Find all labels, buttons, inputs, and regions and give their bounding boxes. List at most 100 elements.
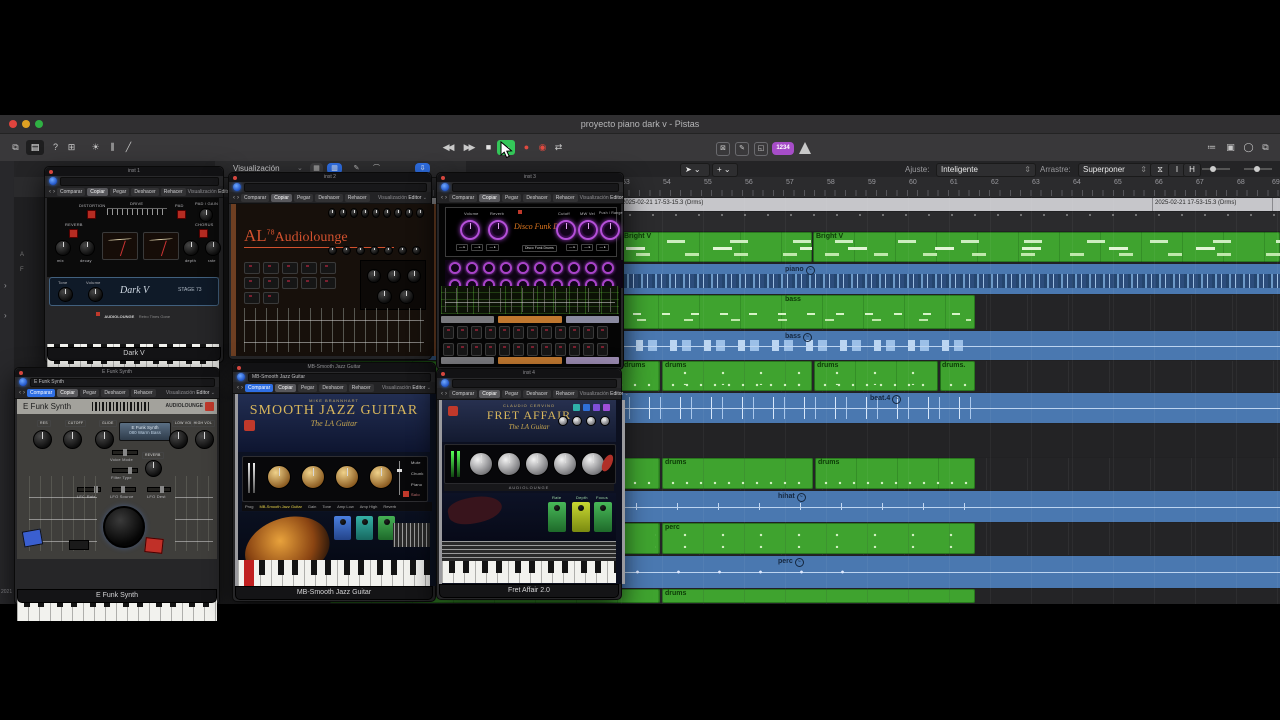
next-preset-icon[interactable]: › [445,391,447,397]
add-tracks-icon[interactable]: ⊞ [64,140,79,155]
copy-button[interactable]: Copiar [479,389,500,398]
redo-button[interactable]: Rehacer [160,187,186,196]
lfo-dest-slider[interactable] [147,486,171,493]
zoom-slider-v[interactable] [1202,166,1230,172]
pointer-tool-button[interactable]: ➤ ⌄ [680,163,710,177]
midi-region[interactable]: drums [815,458,975,489]
drive-slider[interactable] [107,208,167,215]
big-knob[interactable] [103,506,145,548]
lfo-source-slider[interactable] [112,486,136,493]
metronome-icon[interactable] [799,142,811,154]
knob-row-top[interactable] [328,208,424,224]
compare-button[interactable]: Comparar [241,193,270,202]
filter-type-slider[interactable] [112,467,138,474]
plugin-window-titlebar[interactable]: inst 4 [437,369,621,378]
voice-mode-slider[interactable] [112,449,138,456]
midi-region[interactable]: drums. [940,361,975,391]
plugin-window-titlebar[interactable]: E Funk Synth [15,368,219,377]
loop-icon[interactable]: ⇄ [551,140,566,155]
plugin-window-disco-funk[interactable]: inst 3 ‹ › Comparar Copiar Pegar Deshacer… [436,172,629,370]
paste-button[interactable]: Pegar [501,389,522,398]
view-selector[interactable]: Visualización Editor ⌄ [378,195,427,201]
prev-preset-icon[interactable]: ‹ [237,385,239,391]
midi-region[interactable]: drums [662,589,975,603]
amp-high-knob[interactable] [369,465,393,489]
midi-region[interactable]: drums [662,458,813,489]
pedal-blue[interactable] [334,516,351,540]
piano-keyboard[interactable] [442,561,616,583]
copy-button[interactable]: Copiar [479,193,500,202]
chorus-depth-knob[interactable] [183,240,199,256]
plugin-window-efunk[interactable]: E Funk Synth E Funk Synth ‹ › Comparar Co… [14,367,220,621]
pad-gain-knob[interactable] [199,208,213,222]
gain-knob[interactable] [267,465,291,489]
close-icon[interactable] [19,371,23,375]
compare-button[interactable]: Comparar [57,187,86,196]
count-in-badge[interactable]: 1234 [772,142,794,155]
close-icon[interactable] [441,372,445,376]
compare-button[interactable]: Comparar [449,389,478,398]
copy-button[interactable]: Copiar [57,388,78,397]
view-selector[interactable]: Visualización Editor ⌄ [580,391,629,397]
prev-preset-icon[interactable]: ‹ [233,195,235,201]
fret-knob[interactable] [525,452,549,476]
step-buttons[interactable] [244,262,354,304]
view-selector[interactable]: Visualización Editor ⌄ [382,385,431,391]
pad-button[interactable] [177,210,186,219]
paste-button[interactable]: Pegar [501,193,522,202]
rewind-button[interactable]: ◀◀ [440,140,455,155]
color-chips[interactable] [573,404,610,411]
notes-icon[interactable]: ▣ [1223,140,1238,155]
reverb-knob[interactable] [145,460,162,477]
paste-button[interactable]: Pegar [297,383,318,392]
al-knob[interactable] [407,269,421,283]
chorus-button[interactable] [199,229,208,238]
power-icon[interactable] [19,378,27,386]
inspector-icon[interactable]: ▤ [26,140,44,155]
redo-button[interactable]: Rehacer [348,383,374,392]
reverb-slider[interactable] [397,461,402,495]
power-icon[interactable] [49,177,57,185]
pedal-teal[interactable] [356,516,373,540]
zoom-slider-h[interactable] [1244,166,1272,172]
plugin-window-audiolounge[interactable]: inst 2 ‹ › Comparar Copiar Pegar Deshacer… [228,172,439,360]
redo-button[interactable]: Rehacer [552,193,578,202]
loop-browser-icon[interactable]: ◯ [1241,140,1256,155]
redo-button[interactable]: Rehacer [130,388,156,397]
midi-region[interactable]: drums [662,361,812,391]
compare-button[interactable]: Comparar [27,388,56,397]
reverb-knob[interactable] [488,220,508,240]
volume-knob[interactable] [460,220,480,240]
articulation-label[interactable]: Piano [411,482,422,487]
pedal-green[interactable] [594,502,612,532]
disclosure-chevron[interactable]: › [4,281,7,290]
plugin-window-titlebar[interactable]: MB-Smooth Jazz Guitar [233,363,435,372]
fader-array[interactable] [445,288,615,312]
mwvel-knob[interactable] [578,220,598,240]
midi-region[interactable]: Bright V [813,232,1280,262]
preset-dropdown[interactable] [452,378,617,388]
midi-region[interactable]: drums [814,361,938,391]
plugin-window-fret-affair[interactable]: inst 4 ‹ › Comparar Copiar Pegar Deshacer… [436,368,629,600]
copy-button[interactable]: Copiar [87,187,108,196]
plugin-window-dark-v[interactable]: inst 1 ‹ › Comparar Copiar Pegar Deshacer… [44,166,237,379]
power-icon[interactable] [441,379,449,387]
pencil-icon[interactable]: ╱ [121,140,136,155]
res-knob[interactable] [33,430,52,449]
al-knob[interactable] [387,269,401,283]
redo-button[interactable]: Rehacer [344,193,370,202]
forward-button[interactable]: ▶▶ [461,140,476,155]
highvol-knob[interactable] [195,430,214,449]
pad-rings[interactable] [445,260,623,291]
close-icon[interactable] [441,176,445,180]
preset-dropdown[interactable] [452,182,619,192]
distortion-button[interactable] [87,210,96,219]
al-knob[interactable] [367,269,381,283]
redo-button[interactable]: Rehacer [552,389,578,398]
media-browser-icon[interactable]: ⧉ [1258,140,1273,155]
stop-button[interactable]: ■ [481,140,496,155]
next-preset-icon[interactable]: › [241,385,243,391]
undo-button[interactable]: Deshacer [315,193,343,202]
solo-button[interactable] [403,491,409,497]
undo-button[interactable]: Deshacer [523,389,551,398]
